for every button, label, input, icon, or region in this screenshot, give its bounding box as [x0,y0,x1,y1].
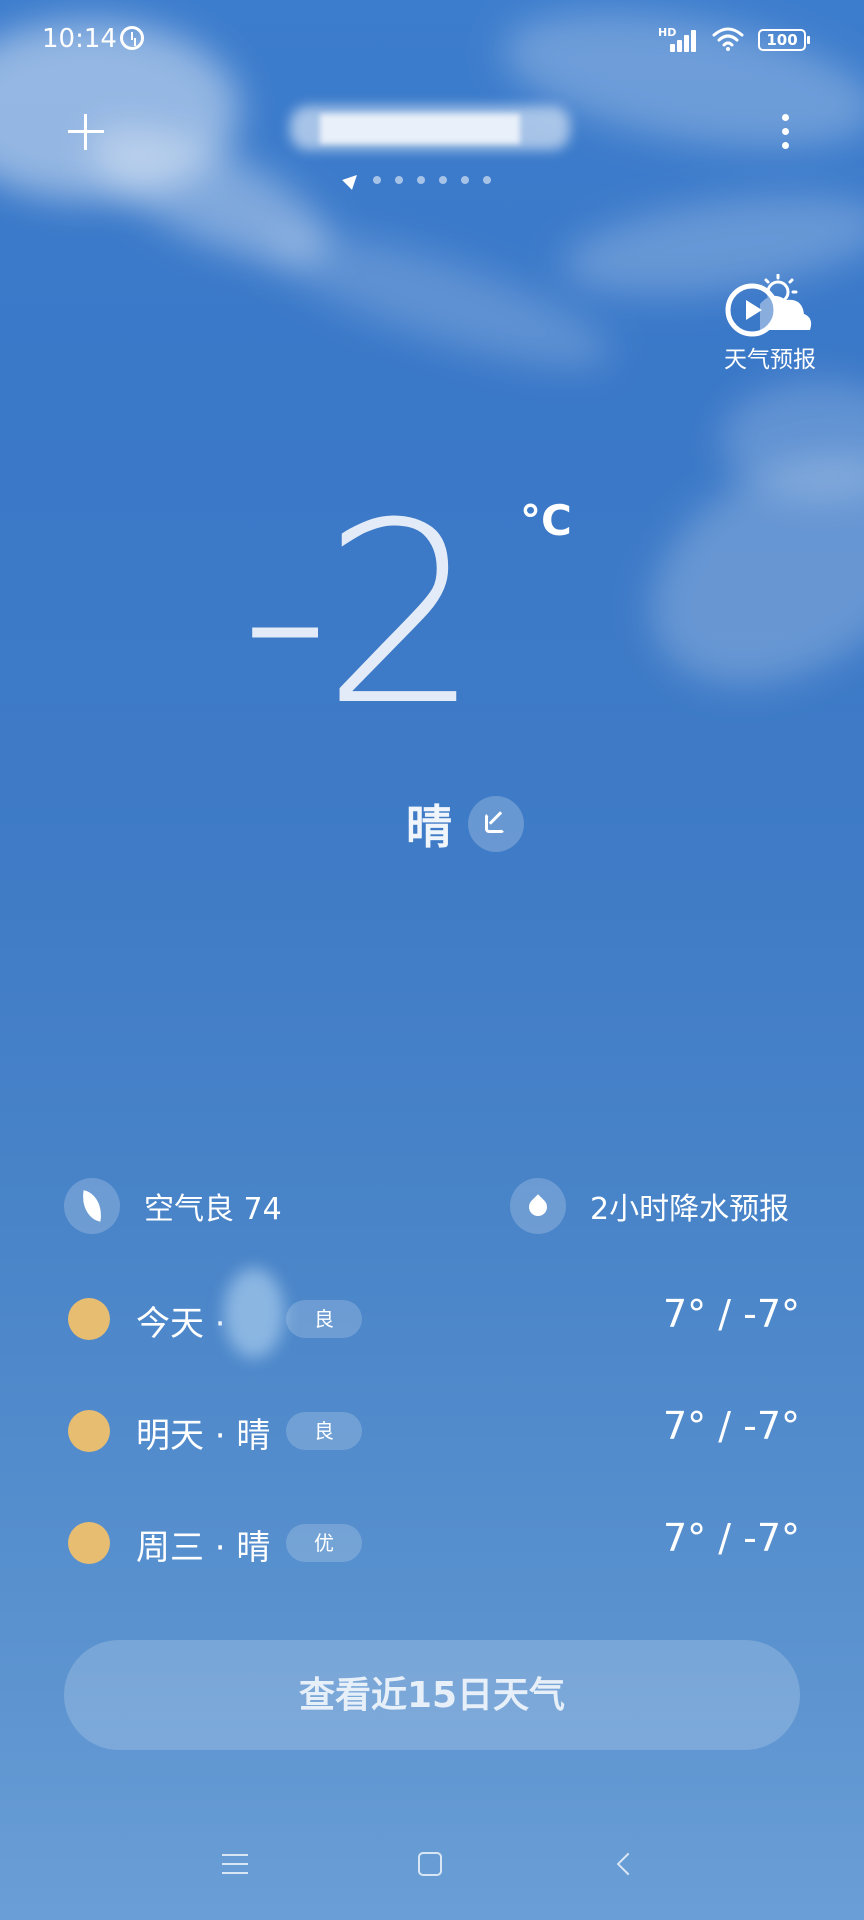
temperature-unit: °C [520,496,572,545]
status-time: 10:14 [42,24,117,54]
play-weather-icon [725,274,812,337]
fifteen-day-forecast-button[interactable]: 查看近15日天气 [64,1640,800,1750]
page-dot [417,176,425,184]
forecast-day-row[interactable]: 周三 · 晴 优 7° / -7° [64,1508,804,1578]
rain-forecast-label: 2小时降水预报 [590,1192,790,1227]
back-icon[interactable] [616,1852,640,1876]
system-nav-bar [0,1830,864,1900]
page-dot [461,176,469,184]
day-temperature-range: 7° / -7° [662,1516,800,1560]
menu-icon[interactable] [222,1854,248,1876]
page-dot [395,176,403,184]
day-temperature-range: 7° / -7° [662,1292,800,1336]
aqi-badge: 优 [286,1524,362,1562]
sun-icon [68,1410,110,1452]
air-quality-chip[interactable]: 空气良 74 [64,1178,282,1234]
status-bar: 10:14 HD 100 [0,0,864,84]
day-temperature-range: 7° / -7° [662,1404,800,1448]
forecast-day-row[interactable]: 明天 · 晴 良 7° / -7° [64,1396,804,1466]
page-dot [483,176,491,184]
page-dot [373,176,381,184]
weather-video-button[interactable]: 天气预报 [716,260,824,373]
temperature-value: -2 [240,469,481,760]
water-drop-icon [510,1178,566,1234]
wifi-icon [712,27,744,51]
city-name[interactable] [290,100,570,160]
cloud-decoration [256,206,624,394]
current-temperature: -2 °C [240,470,660,760]
weather-video-label: 天气预报 [724,347,816,373]
sun-icon [68,1522,110,1564]
day-label: 周三 · 晴 [136,1528,271,1568]
add-city-button[interactable] [64,110,108,154]
condition-row: 晴 [406,796,524,854]
city-page-indicator [342,170,491,190]
day-label: 明天 · 晴 [136,1416,271,1456]
sun-icon [68,1298,110,1340]
alarm-icon [120,26,144,50]
signal-icon [670,28,700,52]
location-arrow-icon [342,170,362,190]
more-options-button[interactable] [778,112,792,152]
edit-icon[interactable] [468,796,524,852]
aqi-badge: 良 [286,1412,362,1450]
leaf-icon [64,1178,120,1234]
home-icon[interactable] [418,1852,442,1876]
page-dot [439,176,447,184]
aqi-badge: 良 [286,1300,362,1338]
obscured-area [224,1268,284,1358]
forecast-day-row[interactable]: 今天 · 良 7° / -7° [64,1268,804,1358]
day-label: 今天 · [136,1304,226,1344]
rain-forecast-chip[interactable]: 2小时降水预报 [510,1178,789,1234]
weather-screen: 10:14 HD 100 天气预报 -2 °C 晴 空气良 74 2小时降水预报… [0,0,864,1920]
battery-icon: 100 [758,29,810,51]
city-name-obscured [320,114,520,144]
weather-condition: 晴 [406,800,452,854]
air-quality-label: 空气良 74 [144,1192,282,1227]
